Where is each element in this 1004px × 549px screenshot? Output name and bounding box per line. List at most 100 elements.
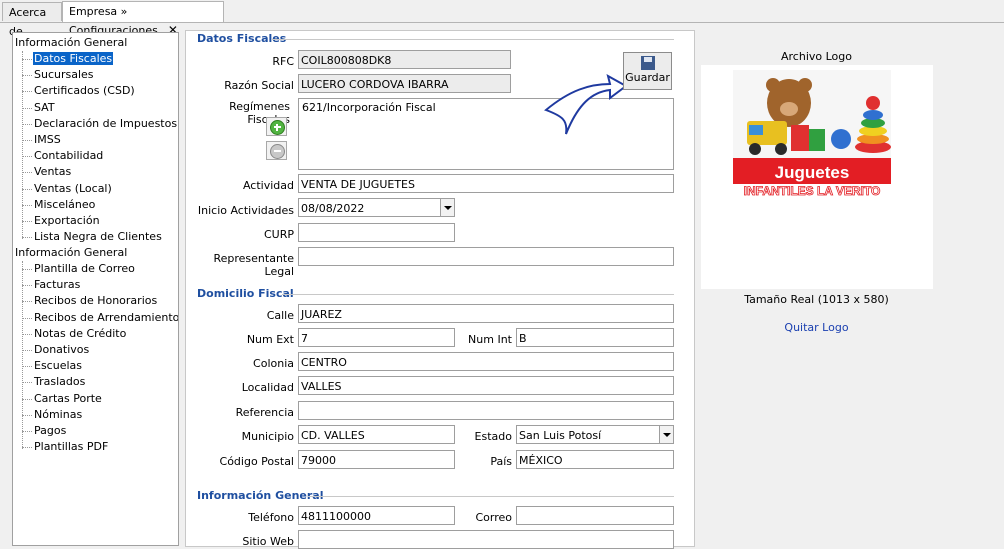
dropdown-icon[interactable] [440,199,454,216]
tree-connector [22,123,32,125]
rfc-field[interactable]: COIL800808DK8 [298,50,511,69]
remove-icon [270,144,285,159]
tree-item-traslados[interactable]: Traslados [33,374,86,390]
localidad-field[interactable]: VALLES [298,376,674,395]
tree-item-datos-fiscales[interactable]: Datos Fiscales [33,51,114,67]
tree-item-facturas[interactable]: Facturas [33,277,81,293]
tree-item-sucursales[interactable]: Sucursales [33,67,95,83]
tree-connector [22,261,23,449]
remove-regimen-button[interactable] [266,141,287,160]
tree-item-label: Lista Negra de Clientes [34,230,162,244]
calle-field[interactable]: JUAREZ [298,304,674,323]
save-button[interactable]: Guardar [623,52,672,90]
correo-field[interactable] [516,506,674,525]
estado-select[interactable]: San Luis Potosí [516,425,674,444]
tree-group-informacion-general[interactable]: Información General [15,35,127,51]
tree-item-cartas-porte[interactable]: Cartas Porte [33,391,103,407]
razon-social-field[interactable]: LUCERO CORDOVA IBARRA [298,74,511,93]
tree-item-contabilidad[interactable]: Contabilidad [33,148,104,164]
tree-item-label: Plantilla de Correo [34,262,135,275]
colonia-label: Colonia [253,357,294,370]
tree-item-donativos[interactable]: Donativos [33,342,90,358]
tree-item-escuelas[interactable]: Escuelas [33,358,83,374]
arrow-shape [544,74,628,135]
pais-label: País [490,455,512,468]
colonia-field[interactable]: CENTRO [298,352,674,371]
curp-field[interactable] [298,223,455,242]
tree-item-recibos-de-arrendamiento[interactable]: Recibos de Arrendamiento [33,310,178,326]
tree-connector [22,172,32,174]
dropdown-icon[interactable] [659,426,673,443]
referencia-field[interactable] [298,401,674,420]
inicio-actividades-label: Inicio Actividades [197,204,294,217]
tree-item-label: Donativos [34,343,90,356]
tree-connector [22,447,32,449]
municipio-label: Municipio [241,430,294,443]
remove-logo-link[interactable]: Quitar Logo [700,321,933,334]
tree-item-miscelaneo[interactable]: Misceláneo [33,197,96,213]
municipio-field[interactable]: CD. VALLES [298,425,455,444]
tree-connector [22,51,23,239]
tree-connector [22,301,32,303]
tab-empresa-configuraciones[interactable]: Empresa » Configuraciones ✕ [62,1,224,37]
tree-connector [22,204,32,206]
tree-connector [22,333,32,335]
tree-item-sat[interactable]: SAT [33,100,56,116]
tree-item-exportacion[interactable]: Exportación [33,213,101,229]
sitio-web-label: Sitio Web [242,535,294,548]
tree-item-label: Nóminas [34,407,83,421]
num-int-field[interactable]: B [516,328,674,347]
razon-social-label: Razón Social [224,79,294,92]
tree-item-label: Pagos [34,424,67,437]
tree-item-recibos-de-honorarios[interactable]: Recibos de Honorarios [33,293,158,309]
add-icon [270,120,285,135]
pais-field[interactable]: MÉXICO [516,450,674,469]
tree-item-label: Recibos de Honorarios [34,294,158,308]
tree-connector [22,398,32,400]
tree-connector [22,237,32,239]
tree-connector [22,75,32,77]
tree-item-declaracion-de-impuestos[interactable]: Declaración de Impuestos [33,116,178,132]
tab-acerca-de[interactable]: Acerca de [2,2,62,38]
tree-item-ventas-local[interactable]: Ventas (Local) [33,181,113,197]
save-icon [640,56,655,70]
telefono-field[interactable]: 4811100000 [298,506,455,525]
save-button-label: Guardar [625,71,670,84]
navigation-tree[interactable]: Información General Datos Fiscales Sucurs… [12,32,179,546]
inicio-actividades-picker[interactable]: 08/08/2022 [298,198,455,217]
tree-item-imss[interactable]: IMSS [33,132,62,148]
rfc-label: RFC [272,55,294,68]
tree-connector [22,59,32,60]
sitio-web-field[interactable] [298,530,674,549]
tree-item-label: Misceláneo [34,197,96,211]
tree-item-certificados-csd[interactable]: Certificados (CSD) [33,83,136,99]
num-ext-label: Num Ext [246,333,294,346]
logo-image[interactable]: Juguetes INFANTILES LA VERITO [701,65,933,289]
add-regimen-button[interactable] [266,117,287,136]
tree-item-label: Facturas [34,278,81,292]
tree-connector [22,366,32,368]
representante-legal-field[interactable] [298,247,674,266]
calle-label: Calle [266,309,294,322]
tree-group-informacion-general-2[interactable]: Información General [15,245,127,261]
logo-text-infantiles: INFANTILES LA VERITO [744,184,881,198]
regimen-item[interactable]: 621/Incorporación Fiscal [302,101,436,114]
actividad-label: Actividad [242,179,294,192]
tree-item-nominas[interactable]: Nóminas [33,407,83,423]
tree-item-pagos[interactable]: Pagos [33,423,67,439]
tree-item-lista-negra-de-clientes[interactable]: Lista Negra de Clientes [33,229,163,245]
actividad-field[interactable]: VENTA DE JUGUETES [298,174,674,193]
logo-picture: Juguetes INFANTILES LA VERITO [733,70,891,198]
tab-bar: Acerca de Empresa » Configuraciones✕ [0,0,1004,38]
tree-item-plantilla-de-correo[interactable]: Plantilla de Correo [33,261,136,277]
telefono-label: Teléfono [248,511,294,524]
tree-item-plantillas-pdf[interactable]: Plantillas PDF [33,439,109,455]
codigo-postal-field[interactable]: 79000 [298,450,455,469]
tree-connector [22,350,32,351]
tree-connector [22,91,32,93]
num-ext-field[interactable]: 7 [298,328,455,347]
tree-item-ventas[interactable]: Ventas [33,164,72,180]
tree-connector [22,188,32,190]
tree-group-label: Información General [15,36,128,49]
tree-item-notas-de-credito[interactable]: Notas de Crédito [33,326,127,342]
